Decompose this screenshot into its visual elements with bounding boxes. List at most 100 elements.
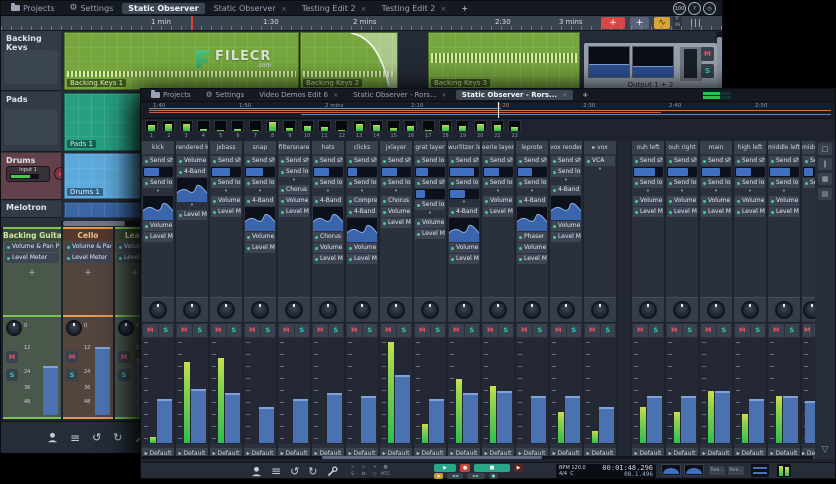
toolbar-toggle-icon[interactable]: ⊃ — [347, 464, 358, 471]
tempo-button-1[interactable]: Tem... — [709, 466, 725, 475]
plugin-drop-target[interactable]: • — [279, 177, 309, 185]
tab-testing-edit-2[interactable]: Testing Edit 2 × — [376, 3, 453, 14]
strip-name[interactable]: filtersnare — [278, 141, 310, 154]
plugin-param-bar[interactable] — [143, 167, 173, 177]
strip-name[interactable]: middle right — [802, 141, 815, 154]
solo-button[interactable]: S — [750, 324, 765, 337]
volume-fader[interactable] — [191, 389, 206, 443]
pan-knob[interactable] — [217, 301, 235, 319]
plugin-row-level-meter[interactable]: Level Meter — [279, 207, 309, 217]
volume-fader[interactable] — [327, 393, 342, 443]
plugin-drop-target[interactable]: • — [585, 166, 615, 174]
pan-knob[interactable] — [591, 301, 609, 319]
plugin-drop-target[interactable]: • — [177, 202, 207, 210]
strip-name[interactable]: wurlitzer left — [448, 141, 480, 154]
plugin-row-send-long[interactable]: Send long — [313, 178, 343, 188]
track-mini-meter[interactable]: 15 — [387, 120, 401, 140]
mixer-view-button[interactable] — [689, 17, 702, 29]
plugin-row-volume-pan-plugi[interactable]: Volume & Pan Plugi — [5, 242, 59, 252]
tab--[interactable]: + — [576, 90, 594, 100]
pan-knob[interactable] — [319, 301, 337, 319]
solo-button[interactable]: S — [648, 324, 663, 337]
pan-knob[interactable] — [183, 301, 201, 319]
plugin-row-send-short[interactable]: Send short — [735, 156, 765, 166]
pan-knob[interactable] — [66, 320, 82, 336]
plugin-param-bar[interactable] — [347, 167, 377, 177]
window-view-icon[interactable]: □ — [818, 143, 832, 155]
plugin-param-bar[interactable] — [449, 167, 479, 177]
channel-strip-jxlayer[interactable]: jxlayer Send short Send long•ChorusVolume … — [380, 141, 412, 459]
solo-button[interactable]: S — [294, 324, 309, 337]
plugin-drop-target[interactable]: • — [245, 188, 275, 196]
plugin-row-send-short[interactable]: Send short — [667, 156, 697, 166]
plugin-param-bar[interactable] — [803, 167, 815, 177]
redo-icon[interactable]: ↻ — [113, 432, 122, 443]
plugin-row-volume-pan-plugin[interactable]: Volume & Pan Plugin — [517, 243, 547, 253]
equaliser-graph[interactable] — [551, 196, 581, 220]
track-mini-meter[interactable]: 3 — [179, 120, 193, 140]
tab-projects[interactable]: Projects — [5, 3, 61, 14]
solo-button[interactable]: S — [158, 324, 173, 337]
solo-button[interactable]: S — [716, 324, 731, 337]
tab-video-demos-edit-6[interactable]: Video Demos Edit 6 × — [253, 90, 344, 100]
plugin-row-send-long[interactable]: Send long — [551, 167, 581, 177]
track-mini-meter[interactable]: 6 — [231, 120, 245, 140]
plugin-row-4-band-equaliser[interactable]: 4-Band Equaliser — [517, 196, 547, 206]
solo-button[interactable]: S — [532, 324, 547, 337]
solo-button[interactable]: S — [192, 324, 207, 337]
plugin-row-send-short[interactable]: Send short — [313, 156, 343, 166]
pan-knob[interactable] — [455, 301, 473, 319]
plugin-row-send-short[interactable]: Send short — [347, 156, 377, 166]
volume-fader[interactable] — [805, 401, 815, 443]
tab-static-observer[interactable]: Static Observer × — [208, 3, 293, 14]
mixer-horizontal-scrollbar[interactable] — [142, 456, 813, 459]
mute-button[interactable]: M — [118, 351, 130, 363]
channel-strip-middle-left[interactable]: middle left Send short Send long•Volume & … — [768, 141, 800, 459]
plugin-row-volume-pan-plugin[interactable]: Volume & Pan Plugin — [313, 243, 343, 253]
plugin-param-bar[interactable] — [415, 189, 445, 199]
equaliser-graph[interactable] — [517, 207, 547, 231]
plugin-row-volume-pan-plugin[interactable]: Volume & Pan Plugin — [551, 221, 581, 231]
level-badge[interactable]: 100 — [673, 2, 686, 15]
mute-button[interactable]: M — [279, 324, 294, 337]
strip-name[interactable]: eerie layer — [482, 141, 514, 154]
mute-button[interactable]: M — [6, 351, 18, 363]
plugin-row-send-short[interactable]: Send short — [415, 178, 445, 188]
toolbar-toggle-icon[interactable]: MTC — [380, 471, 391, 478]
menu-icon[interactable]: ≡ — [271, 465, 281, 477]
plugin-param-bar[interactable] — [769, 167, 799, 177]
plugin-param-bar[interactable] — [667, 167, 697, 177]
plugin-row-volume-pan-plugin[interactable]: Volume & Pan Plugin — [177, 156, 207, 166]
toolbar-toggle-icon[interactable]: S — [347, 471, 358, 478]
plugin-row-compressor[interactable]: Compressor — [347, 196, 377, 206]
solo-button[interactable]: S — [430, 324, 445, 337]
add-button[interactable]: + — [630, 17, 649, 29]
plugin-row-level-meter[interactable]: Level Meter — [667, 207, 697, 217]
mute-button[interactable]: M — [415, 324, 430, 337]
track-mini-meter[interactable]: 14 — [369, 120, 383, 140]
plugin-row-send-long[interactable]: Send long — [633, 178, 663, 188]
close-tab-icon[interactable]: × — [361, 4, 367, 13]
close-tab-icon[interactable]: × — [333, 92, 338, 99]
track-mini-meter[interactable]: 17 — [421, 120, 435, 140]
automation-button[interactable]: ∿ — [654, 17, 670, 29]
strip-name[interactable]: ▸ vox — [584, 141, 616, 154]
plugin-row-volume-pan-plugin[interactable]: Volume & Pan Plugin — [211, 196, 241, 206]
plugin-drop-target[interactable]: • — [633, 188, 663, 196]
mixer-strip-cello[interactable]: CelloVolume & Pan PlugiLevel Meter+MS012… — [63, 227, 113, 419]
volume-fader[interactable] — [599, 407, 614, 443]
track-mini-meter[interactable]: 1 — [145, 120, 158, 140]
transport-button[interactable]: ►► — [467, 473, 485, 479]
mute-button[interactable]: M — [245, 324, 260, 337]
tab-testing-edit-2[interactable]: Testing Edit 2 × — [296, 3, 373, 14]
channel-strip-high-left[interactable]: high left Send short Send long•Volume & Pa… — [734, 141, 766, 459]
volume-fader[interactable] — [43, 366, 58, 415]
track-mini-meter[interactable]: 2 — [162, 120, 176, 140]
plugin-row-send-short[interactable]: Send short — [483, 156, 513, 166]
pan-knob[interactable] — [285, 301, 303, 319]
channel-strip-hats[interactable]: hats Send short Send long•4-Band Equaliser… — [312, 141, 344, 459]
volume-fader[interactable] — [681, 396, 696, 443]
close-tab-icon[interactable]: × — [562, 92, 567, 99]
volume-fader[interactable] — [463, 393, 478, 443]
pause-view-icon[interactable]: ∥ — [818, 158, 832, 170]
